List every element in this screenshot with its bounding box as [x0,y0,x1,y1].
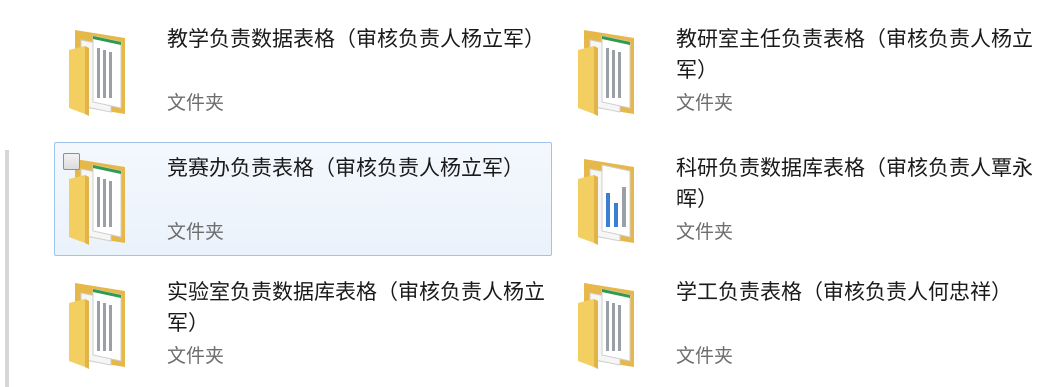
folder-name: 实验室负责数据库表格（审核负责人杨立军） [167,280,545,335]
folder-type: 文件夹 [676,92,734,114]
folder-icon [67,28,137,116]
scroll-track[interactable] [5,150,9,387]
folder-type: 文件夹 [676,221,734,243]
folder-name: 教研室主任负责表格（审核负责人杨立军） [676,27,1033,82]
folder-name: 科研负责数据库表格（审核负责人覃永晖） [676,156,1033,211]
folder-item-selected[interactable]: 竞赛办负责表格（审核负责人杨立军） 文件夹 [54,142,552,256]
folder-item[interactable]: 教学负责数据表格（审核负责人杨立军） 文件夹 [54,13,552,127]
folder-type: 文件夹 [167,345,225,367]
folder-type: 文件夹 [167,92,225,114]
left-scroll-edge [0,0,14,387]
folder-item[interactable]: 科研负责数据库表格（审核负责人覃永晖） 文件夹 [563,142,1057,256]
folder-type: 文件夹 [676,345,734,367]
folder-icon [576,28,646,116]
folder-name: 教学负责数据表格（审核负责人杨立军） [167,27,545,51]
folder-icon [576,281,646,369]
folder-name: 竞赛办负责表格（审核负责人杨立军） [167,156,524,180]
folder-icon [576,157,646,245]
file-explorer-view: 教学负责数据表格（审核负责人杨立军） 文件夹 教研室主任负责表格（审核负责人杨立… [0,0,1057,387]
folder-item[interactable]: 教研室主任负责表格（审核负责人杨立军） 文件夹 [563,13,1057,127]
folder-item[interactable]: 学工负责表格（审核负责人何忠祥） 文件夹 [563,266,1057,380]
folder-icon [67,281,137,369]
folder-type: 文件夹 [167,221,225,243]
folder-item[interactable]: 实验室负责数据库表格（审核负责人杨立军） 文件夹 [54,266,552,380]
checkbox-icon[interactable] [63,153,80,170]
folder-icon [67,157,137,245]
folder-name: 学工负责表格（审核负责人何忠祥） [676,280,1012,304]
